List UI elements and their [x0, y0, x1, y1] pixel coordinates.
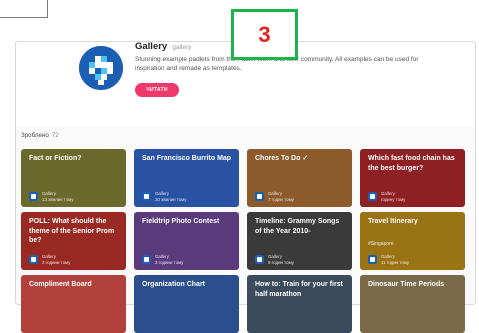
- padlet-card[interactable]: San Francisco Burrito Map Gallery 20 хвили…: [134, 149, 239, 207]
- card-title: Fact or Fiction?: [29, 155, 82, 162]
- card-author-block: Gallery 11 годин тому: [381, 254, 409, 265]
- card-tag: #Singapore: [368, 241, 394, 247]
- gallery-title-row: Gallery gallery: [135, 41, 191, 52]
- card-title: How to: Train for your first half marath…: [255, 281, 343, 298]
- gallery-avatar-icon: [255, 192, 264, 202]
- padlet-card[interactable]: Chores To Do ✓ Gallery 7 годин тому: [247, 149, 352, 207]
- card-meta: Gallery 20 хвилин тому: [142, 191, 186, 202]
- card-title: Organization Chart: [142, 281, 206, 288]
- padlet-card[interactable]: Which fast food chain has the best burge…: [360, 149, 465, 207]
- card-time: 2 години тому: [42, 259, 71, 265]
- card-meta: Gallery годину тому: [368, 191, 405, 202]
- card-title: Fieldtrip Photo Contest: [142, 218, 220, 225]
- card-title: POLL: What should the theme of the Senio…: [29, 218, 115, 244]
- padlet-card[interactable]: Dinosaur Time Periods: [360, 275, 465, 333]
- card-author-block: Gallery 20 хвилин тому: [155, 191, 186, 202]
- gallery-avatar-icon: [368, 255, 377, 265]
- card-author-block: Gallery 9 годин тому: [268, 254, 294, 265]
- gallery-logo-icon: [79, 46, 123, 90]
- padlet-card[interactable]: Travel Itinerary #Singapore Gallery 11 годи…: [360, 212, 465, 270]
- gallery-avatar-icon: [29, 192, 38, 202]
- made-count: 72: [51, 132, 59, 139]
- padlet-card[interactable]: Organization Chart: [134, 275, 239, 333]
- card-title: Which fast food chain has the best burge…: [368, 155, 455, 172]
- card-time: 20 хвилин тому: [155, 196, 187, 202]
- card-author-block: Gallery 13 хвилин тому: [42, 191, 73, 202]
- corner-box: [0, 0, 48, 18]
- made-label: Зроблено: [21, 132, 49, 139]
- card-title: San Francisco Burrito Map: [142, 155, 232, 162]
- card-title: Timeline: Grammy Songs of the Year 2010-: [255, 218, 340, 235]
- card-title: Compliment Board: [29, 281, 92, 288]
- card-meta: Gallery 11 годин тому: [368, 254, 409, 265]
- card-meta: Gallery 13 хвилин тому: [29, 191, 73, 202]
- card-meta: Gallery 7 годин тому: [255, 191, 294, 202]
- step-number-badge: 3: [231, 9, 298, 60]
- card-time: 13 хвилин тому: [42, 196, 74, 202]
- card-time: 9 годин тому: [268, 259, 294, 265]
- card-meta: Gallery 2 години тому: [29, 254, 70, 265]
- made-count-label: Зроблено 72: [21, 132, 59, 139]
- card-author-block: Gallery 3 години тому: [155, 254, 183, 265]
- padlet-card[interactable]: Fact or Fiction? Gallery 13 хвилин тому: [21, 149, 126, 207]
- card-time: 7 годин тому: [268, 196, 294, 202]
- card-time: 3 години тому: [155, 259, 184, 265]
- read-button[interactable]: ЧИТАТИ: [135, 83, 179, 97]
- padlet-card[interactable]: Timeline: Grammy Songs of the Year 2010-…: [247, 212, 352, 270]
- card-time: годину тому: [381, 196, 406, 202]
- padlet-card[interactable]: POLL: What should the theme of the Senio…: [21, 212, 126, 270]
- gallery-avatar-icon: [29, 255, 38, 265]
- card-title: Dinosaur Time Periods: [368, 281, 445, 288]
- card-title: Chores To Do ✓: [255, 155, 309, 162]
- card-author-block: Gallery 2 години тому: [42, 254, 70, 265]
- card-meta: Gallery 3 години тому: [142, 254, 183, 265]
- padlet-card[interactable]: How to: Train for your first half marath…: [247, 275, 352, 333]
- card-meta: Gallery 9 годин тому: [255, 254, 294, 265]
- gallery-username: gallery: [172, 44, 192, 51]
- gallery-title: Gallery: [135, 41, 168, 52]
- card-time: 11 годин тому: [381, 259, 409, 265]
- gallery-avatar-icon: [368, 192, 377, 202]
- card-author-block: Gallery годину тому: [381, 191, 405, 202]
- gallery-avatar-icon: [142, 255, 151, 265]
- card-author-block: Gallery 7 годин тому: [268, 191, 294, 202]
- gallery-avatar-icon: [255, 255, 264, 265]
- card-title: Travel Itinerary: [368, 218, 418, 225]
- padlet-card[interactable]: Fieldtrip Photo Contest Gallery 3 години т…: [134, 212, 239, 270]
- padlet-card[interactable]: Compliment Board: [21, 275, 126, 333]
- gallery-avatar-icon: [142, 192, 151, 202]
